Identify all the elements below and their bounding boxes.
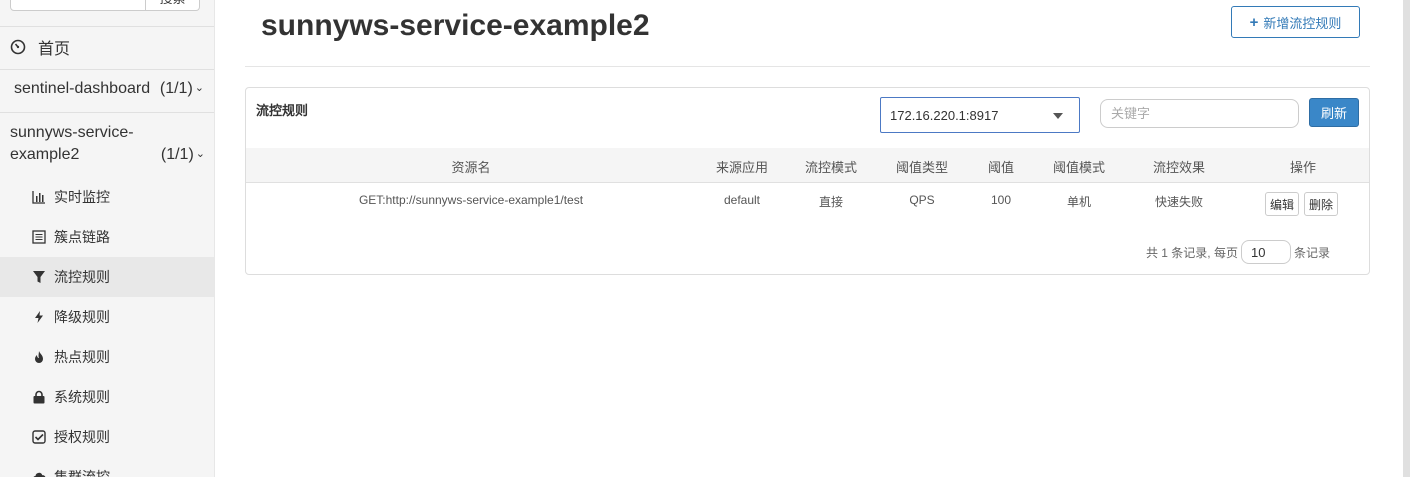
sidebar-item-identity[interactable]: 簇点链路	[0, 217, 214, 257]
cell-origin: default	[723, 193, 761, 207]
app-name-line1: sunnyws-service-	[10, 124, 134, 141]
sidebar-item-label: 簇点链路	[54, 229, 110, 245]
sidebar-item-label: 系统规则	[54, 389, 110, 405]
flash-icon	[32, 310, 46, 324]
dashboard-icon	[10, 39, 26, 55]
sidebar-divider	[0, 112, 214, 113]
app-count: (1/1)	[160, 146, 194, 163]
column-header-actions: 操作	[1289, 160, 1317, 175]
sidebar-divider	[0, 26, 214, 27]
app-search: 搜索	[10, 0, 200, 11]
column-header-count: 阈值	[987, 160, 1015, 175]
app-search-input[interactable]	[10, 0, 146, 11]
fire-icon	[32, 350, 46, 364]
sidebar-item-metric[interactable]: 实时监控	[0, 177, 214, 217]
sidebar-item-cluster-flow[interactable]: 集群流控	[0, 457, 214, 477]
scrollbar[interactable]	[1403, 0, 1410, 477]
pagination-summary: 共 1 条记录, 每页	[1145, 245, 1238, 260]
header-divider	[245, 66, 1370, 67]
pagination: 共 1 条记录, 每页 10 条记录	[1146, 240, 1330, 264]
sidebar: 搜索 首页 sentinel-dashboard (1/1)⌄ sunnyws-…	[0, 0, 215, 477]
sidebar-item-label: 热点规则	[54, 349, 110, 365]
sidebar-item-label: 降级规则	[54, 309, 110, 325]
app-name: sentinel-dashboard	[14, 80, 151, 97]
cell-mode: 直接	[818, 195, 844, 209]
sidebar-app-sunnyws-service-example2[interactable]: sunnyws-service- example2 (1/1) ⌄	[10, 122, 205, 166]
add-flow-rule-label: 新增流控规则	[1263, 15, 1342, 31]
cell-cluster-mode: 单机	[1066, 195, 1092, 209]
chevron-down-icon: ⌄	[194, 82, 204, 94]
machine-select-value: 172.16.220.1:8917	[890, 107, 999, 123]
column-header-grade: 阈值类型	[895, 160, 949, 175]
cell-resource: GET:http://sunnyws-service-example1/test	[358, 193, 584, 207]
page-size-input[interactable]: 10	[1240, 240, 1291, 264]
sidebar-app-sentinel-dashboard[interactable]: sentinel-dashboard (1/1) ⌄	[14, 80, 204, 98]
cell-grade: QPS	[909, 193, 935, 207]
bar-chart-icon	[32, 190, 46, 204]
sidebar-item-label: 流控规则	[54, 269, 110, 285]
page-title: sunnyws-service-example2	[261, 9, 650, 42]
column-header-effect: 流控效果	[1152, 160, 1206, 175]
sidebar-item-authority-rules[interactable]: 授权规则	[0, 417, 214, 457]
refresh-button[interactable]: 刷新	[1309, 98, 1359, 127]
delete-button[interactable]: 删除	[1304, 192, 1339, 216]
lock-icon	[32, 390, 46, 404]
sidebar-item-label: 集群流控	[54, 469, 110, 477]
sidebar-item-param-rules[interactable]: 热点规则	[0, 337, 214, 377]
column-header-origin: 来源应用	[715, 160, 769, 175]
column-header-cluster-mode: 阈值模式	[1052, 160, 1106, 175]
panel-title: 流控规则	[256, 103, 309, 118]
machine-select[interactable]: 172.16.220.1:8917	[880, 97, 1080, 133]
column-header-resource: 资源名	[451, 160, 491, 175]
sidebar-divider	[0, 69, 214, 70]
sidebar-item-label: 授权规则	[54, 429, 110, 445]
cloud-icon	[32, 470, 46, 477]
table-header: 资源名 来源应用 流控模式 阈值类型 阈值 阈值模式 流控效果 操作	[246, 148, 1369, 183]
check-icon	[32, 430, 46, 444]
sidebar-item-home[interactable]: 首页	[10, 36, 70, 58]
flow-rules-panel: 流控规则 172.16.220.1:8917 刷新 资源名 来源应用 流控模式 …	[245, 87, 1370, 275]
cell-effect: 快速失败	[1154, 195, 1204, 209]
edit-button[interactable]: 编辑	[1265, 192, 1300, 216]
sidebar-item-label: 实时监控	[54, 189, 110, 205]
sidebar-item-label: 首页	[38, 41, 71, 58]
keyword-input[interactable]	[1100, 99, 1299, 128]
column-header-mode: 流控模式	[804, 160, 858, 175]
sidebar-item-degrade-rules[interactable]: 降级规则	[0, 297, 214, 337]
chevron-down-icon: ⌄	[195, 148, 205, 160]
sidebar-item-system-rules[interactable]: 系统规则	[0, 377, 214, 417]
add-flow-rule-button[interactable]: + 新增流控规则	[1231, 6, 1360, 38]
sidebar-item-flow-rules[interactable]: 流控规则	[0, 257, 214, 297]
plus-icon: +	[1249, 13, 1259, 31]
cell-count: 100	[990, 193, 1012, 207]
pagination-suffix: 条记录	[1293, 245, 1330, 260]
app-search-button[interactable]: 搜索	[146, 0, 200, 11]
list-icon	[32, 230, 46, 244]
app-count: (1/1)	[159, 80, 193, 97]
caret-down-icon	[1053, 113, 1063, 119]
filter-icon	[32, 270, 46, 284]
